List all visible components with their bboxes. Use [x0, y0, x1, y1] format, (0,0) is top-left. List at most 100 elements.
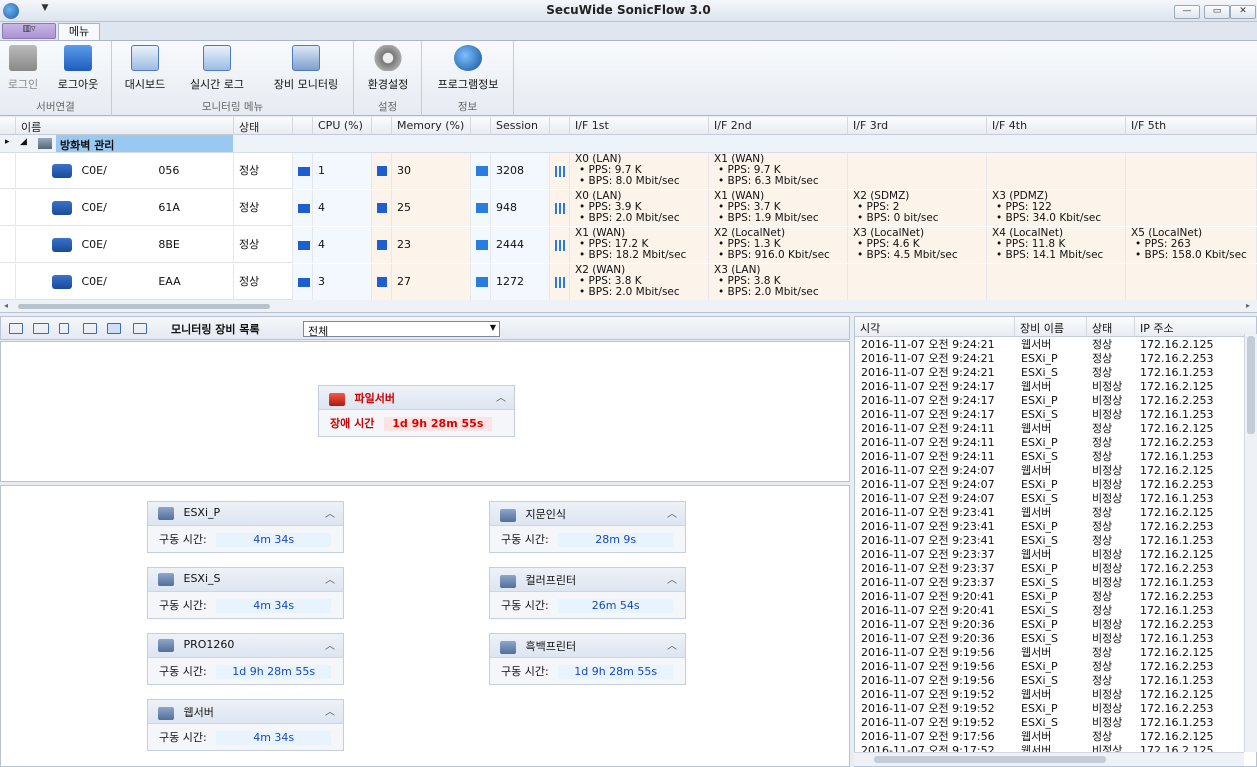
device-card[interactable]: 흑백프린터 ︿ 구동 시간: 1d 9h 28m 55s — [489, 633, 686, 685]
log-row[interactable]: 2016-11-07 오전 9:19:56 웹서버 정상 172.16.2.12… — [855, 646, 1245, 660]
log-row[interactable]: 2016-11-07 오전 9:19:56 ESXi_S 정상 172.16.1… — [855, 674, 1245, 688]
log-device: ESXi_P — [1021, 478, 1058, 491]
grid-header-session[interactable]: Session — [491, 117, 550, 135]
grid-header-if1[interactable]: I/F 1st — [570, 117, 709, 135]
log-row[interactable]: 2016-11-07 오전 9:23:41 웹서버 정상 172.16.2.12… — [855, 506, 1245, 520]
device-monitoring-button[interactable]: 장비 모니터링 — [266, 45, 346, 92]
device-filter-select[interactable]: 전체 ▼ — [303, 321, 500, 338]
realtime-log-button[interactable]: 실시간 로그 — [182, 45, 252, 92]
grid-header-cpu[interactable]: CPU (%) — [313, 117, 372, 135]
chevron-up-icon[interactable]: ︿ — [325, 571, 335, 586]
chevron-up-icon[interactable]: ︿ — [667, 571, 677, 586]
scroll-thumb[interactable] — [18, 304, 270, 309]
log-row[interactable]: 2016-11-07 오전 9:23:41 ESXi_S 정상 172.16.1… — [855, 534, 1245, 548]
device-card[interactable]: PRO1260 ︿ 구동 시간: 1d 9h 28m 55s — [147, 633, 344, 685]
layout-grid-icon[interactable] — [83, 323, 97, 334]
log-row[interactable]: 2016-11-07 오전 9:23:37 ESXi_S 비정상 172.16.… — [855, 576, 1245, 590]
table-row[interactable]: C0E/ 8BE 정상 4 23 2444 X1 (WAN) • PPS: 17.2 … — [0, 227, 1257, 263]
log-header-time[interactable]: 시각 — [855, 317, 1015, 337]
log-row[interactable]: 2016-11-07 오전 9:17:56 웹서버 정상 172.16.2.12… — [855, 730, 1245, 744]
table-row[interactable]: C0E/ 056 정상 1 30 3208 X0 (LAN) • PPS: 9.7 K… — [0, 153, 1257, 189]
device-card[interactable]: 지문인식 ︿ 구동 시간: 28m 9s — [489, 501, 686, 553]
tab-menu[interactable]: 메뉴 — [58, 23, 100, 41]
log-row[interactable]: 2016-11-07 오전 9:20:41 ESXi_P 정상 172.16.2… — [855, 590, 1245, 604]
table-row[interactable]: C0E/ 61A 정상 4 25 948 X0 (LAN) • PPS: 3.9 K … — [0, 190, 1257, 226]
expand-arrow-icon[interactable]: ▸ — [5, 137, 10, 147]
grid-header-if5[interactable]: I/F 5th — [1126, 117, 1257, 135]
maximize-button[interactable]: ▭ — [1204, 5, 1230, 19]
device-card[interactable]: ESXi_S ︿ 구동 시간: 4m 34s — [147, 567, 344, 619]
log-time: 2016-11-07 오전 9:20:36 — [861, 632, 995, 645]
screen-icon[interactable] — [133, 323, 147, 334]
grid-header-name[interactable]: 이름 — [16, 117, 234, 135]
log-row[interactable]: 2016-11-07 오전 9:24:11 웹서버 정상 172.16.2.12… — [855, 422, 1245, 436]
chevron-up-icon[interactable]: ︿ — [325, 703, 335, 718]
log-row[interactable]: 2016-11-07 오전 9:20:41 ESXi_S 정상 172.16.1… — [855, 604, 1245, 618]
minimize-button[interactable]: — — [1174, 5, 1200, 19]
log-row[interactable]: 2016-11-07 오전 9:20:36 ESXi_S 비정상 172.16.… — [855, 632, 1245, 646]
fault-device-card[interactable]: 파일서버 ︿ 장애 시간 1d 9h 28m 55s — [318, 385, 515, 437]
quick-access-toolbar-icon[interactable]: ▥▿ — [2, 23, 56, 39]
log-row[interactable]: 2016-11-07 오전 9:24:21 ESXi_S 정상 172.16.1… — [855, 366, 1245, 380]
log-row[interactable]: 2016-11-07 오전 9:24:17 ESXi_S 비정상 172.16.… — [855, 408, 1245, 422]
log-row[interactable]: 2016-11-07 오전 9:24:07 ESXi_S 비정상 172.16.… — [855, 492, 1245, 506]
grid-header-if2[interactable]: I/F 2nd — [709, 117, 848, 135]
layout-tiles-icon[interactable] — [107, 323, 121, 334]
cpu-icon — [298, 240, 310, 250]
scroll-thumb[interactable] — [1247, 336, 1255, 434]
log-horizontal-scrollbar[interactable] — [854, 752, 1244, 766]
device-card[interactable]: ESXi_P ︿ 구동 시간: 4m 34s — [147, 501, 344, 553]
log-row[interactable]: 2016-11-07 오전 9:19:52 웹서버 비정상 172.16.2.1… — [855, 688, 1245, 702]
scroll-left-icon[interactable]: ◂ — [4, 301, 8, 310]
layout-single-icon[interactable] — [9, 323, 23, 334]
log-row[interactable]: 2016-11-07 오전 9:23:41 ESXi_P 정상 172.16.2… — [855, 520, 1245, 534]
log-device: ESXi_P — [1021, 618, 1058, 631]
log-row[interactable]: 2016-11-07 오전 9:24:11 ESXi_P 정상 172.16.2… — [855, 436, 1245, 450]
log-row[interactable]: 2016-11-07 오전 9:24:11 ESXi_S 정상 172.16.1… — [855, 450, 1245, 464]
device-card[interactable]: 웹서버 ︿ 구동 시간: 4m 34s — [147, 699, 344, 751]
log-row[interactable]: 2016-11-07 오전 9:19:52 ESXi_S 비정상 172.16.… — [855, 716, 1245, 730]
card-header: 흑백프린터 ︿ — [490, 634, 685, 658]
group-row[interactable]: ▸ ◢ 방화벽 관리 — [0, 135, 1257, 153]
log-row[interactable]: 2016-11-07 오전 9:24:07 ESXi_P 비정상 172.16.… — [855, 478, 1245, 492]
log-row[interactable]: 2016-11-07 오전 9:24:21 웹서버 정상 172.16.2.12… — [855, 338, 1245, 352]
chevron-up-icon[interactable]: ︿ — [325, 505, 335, 520]
program-info-button[interactable]: 프로그램정보 — [428, 45, 508, 92]
layout-rows-icon[interactable] — [59, 323, 69, 334]
log-row[interactable]: 2016-11-07 오전 9:24:17 ESXi_P 비정상 172.16.… — [855, 394, 1245, 408]
chevron-up-icon[interactable]: ︿ — [496, 389, 506, 404]
log-row[interactable]: 2016-11-07 오전 9:24:17 웹서버 비정상 172.16.2.1… — [855, 380, 1245, 394]
layout-columns-icon[interactable] — [33, 323, 49, 334]
table-row[interactable]: C0E/ EAA 정상 3 27 1272 X2 (WAN) • PPS: 3.8 K… — [0, 264, 1257, 300]
settings-button[interactable]: 환경설정 — [360, 45, 416, 92]
close-button[interactable]: ✕ — [1230, 5, 1256, 19]
scroll-thumb[interactable] — [874, 756, 1106, 763]
collapse-arrow-icon[interactable]: ◢ — [20, 137, 27, 147]
log-row[interactable]: 2016-11-07 오전 9:20:36 ESXi_P 비정상 172.16.… — [855, 618, 1245, 632]
horizontal-scrollbar[interactable]: ◂ ▸ — [0, 300, 1257, 312]
grid-header-memory[interactable]: Memory (%) — [392, 117, 471, 135]
log-header-ip[interactable]: IP 주소 — [1135, 317, 1256, 337]
log-row[interactable]: 2016-11-07 오전 9:19:52 ESXi_P 비정상 172.16.… — [855, 702, 1245, 716]
grid-header-if4[interactable]: I/F 4th — [987, 117, 1126, 135]
card-header: 웹서버 ︿ — [148, 700, 343, 724]
grid-header-if3[interactable]: I/F 3rd — [848, 117, 987, 135]
log-header-device[interactable]: 장비 이름 — [1015, 317, 1087, 337]
log-row[interactable]: 2016-11-07 오전 9:24:07 웹서버 비정상 172.16.2.1… — [855, 464, 1245, 478]
log-row[interactable]: 2016-11-07 오전 9:19:56 ESXi_P 정상 172.16.2… — [855, 660, 1245, 674]
grid-header-status[interactable]: 상태 — [234, 117, 293, 135]
chevron-up-icon[interactable]: ︿ — [667, 505, 677, 520]
scroll-right-icon[interactable]: ▸ — [1246, 301, 1250, 310]
logout-button[interactable]: 로그아웃 — [52, 45, 104, 92]
dashboard-button[interactable]: 대시보드 — [118, 45, 172, 92]
chevron-up-icon[interactable]: ︿ — [667, 637, 677, 652]
chevron-up-icon[interactable]: ︿ — [325, 637, 335, 652]
log-row[interactable]: 2016-11-07 오전 9:23:37 ESXi_P 비정상 172.16.… — [855, 562, 1245, 576]
log-row[interactable]: 2016-11-07 오전 9:24:21 ESXi_P 정상 172.16.2… — [855, 352, 1245, 366]
log-device: ESXi_P — [1021, 562, 1058, 575]
device-card[interactable]: 컬러프린터 ︿ 구동 시간: 26m 54s — [489, 567, 686, 619]
log-row[interactable]: 2016-11-07 오전 9:23:37 웹서버 비정상 172.16.2.1… — [855, 548, 1245, 562]
login-button[interactable]: 로그인 — [5, 45, 41, 92]
log-header-status[interactable]: 상태 — [1087, 317, 1135, 337]
log-vertical-scrollbar[interactable] — [1244, 334, 1257, 752]
